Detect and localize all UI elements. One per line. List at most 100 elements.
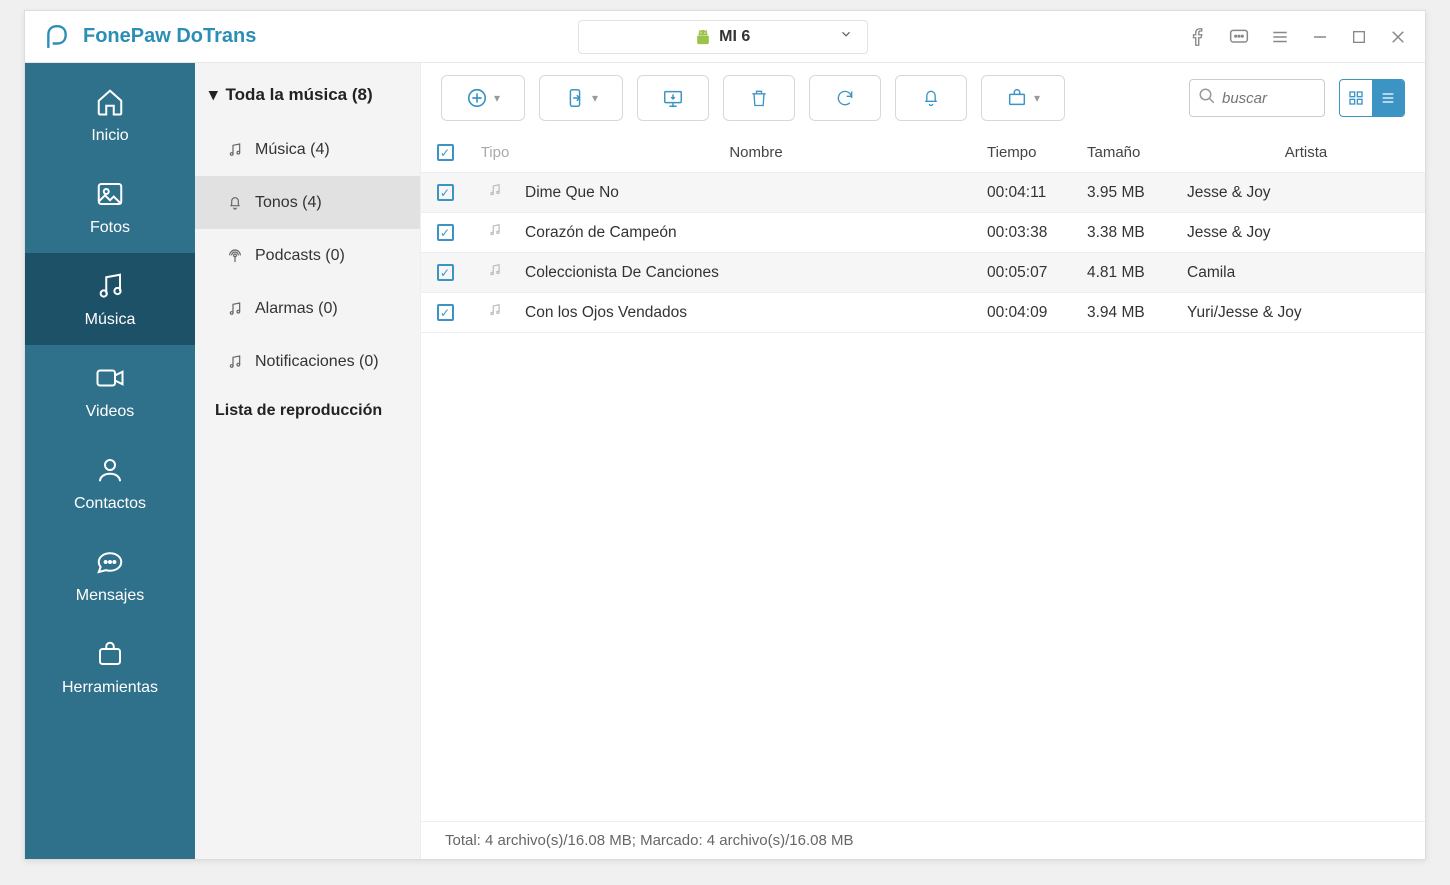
search-icon <box>1198 87 1216 110</box>
cell-name: Coleccionista De Canciones <box>521 264 987 282</box>
category-item-label: Notificaciones (0) <box>255 353 379 371</box>
table-row[interactable]: ✓ Dime Que No 00:04:11 3.95 MB Jesse & J… <box>421 173 1425 213</box>
category-header[interactable]: ▾ Toda la música (8) <box>195 85 420 123</box>
row-checkbox[interactable]: ✓ <box>437 304 454 321</box>
music-note-icon <box>488 263 502 282</box>
podcast-icon <box>227 248 245 264</box>
col-head-name[interactable]: Nombre <box>521 144 987 161</box>
sidebar-item-label: Mensajes <box>76 587 144 605</box>
chevron-down-icon <box>839 27 853 46</box>
sidebar-item-label: Fotos <box>90 219 130 237</box>
playlist-header: Lista de reproducción <box>195 388 420 420</box>
category-item-label: Podcasts (0) <box>255 247 345 265</box>
main-area: ▾ ▾ ▾ <box>421 63 1425 859</box>
cell-name: Dime Que No <box>521 184 987 202</box>
search-box[interactable] <box>1189 79 1325 117</box>
facebook-icon[interactable] <box>1189 28 1207 46</box>
cell-time: 00:04:11 <box>987 184 1087 202</box>
sidebar-item-label: Herramientas <box>62 679 158 697</box>
android-icon <box>695 29 711 45</box>
music-note-icon <box>488 223 502 242</box>
app-logo-icon <box>43 23 71 51</box>
cell-name: Con los Ojos Vendados <box>521 304 987 322</box>
grid-view-button[interactable] <box>1340 80 1372 116</box>
bell-icon <box>227 195 245 211</box>
app-body: Inicio Fotos Música Videos Contactos Men… <box>25 63 1425 859</box>
sidebar-item-videos[interactable]: Videos <box>25 345 195 437</box>
maximize-icon[interactable] <box>1351 29 1367 45</box>
col-head-artist[interactable]: Artista <box>1179 144 1425 161</box>
cell-time: 00:04:09 <box>987 304 1087 322</box>
device-selector[interactable]: MI 6 <box>578 20 868 54</box>
list-view-button[interactable] <box>1372 80 1404 116</box>
category-item-label: Tonos (4) <box>255 194 322 212</box>
category-item-tonos[interactable]: Tonos (4) <box>195 176 420 229</box>
titlebar: FonePaw DoTrans MI 6 <box>25 11 1425 63</box>
cell-size: 3.38 MB <box>1087 224 1179 242</box>
row-checkbox[interactable]: ✓ <box>437 264 454 281</box>
cell-name: Corazón de Campeón <box>521 224 987 242</box>
category-item-alarmas[interactable]: Alarmas (0) <box>195 282 420 335</box>
category-item-label: Alarmas (0) <box>255 300 338 318</box>
col-head-type[interactable]: Tipo <box>469 144 521 161</box>
status-bar: Total: 4 archivo(s)/16.08 MB; Marcado: 4… <box>421 821 1425 859</box>
select-all-checkbox[interactable]: ✓ <box>437 144 454 161</box>
cell-size: 3.95 MB <box>1087 184 1179 202</box>
caret-down-icon: ▾ <box>209 85 218 105</box>
music-note-icon <box>488 183 502 202</box>
music-note-icon <box>227 301 245 317</box>
sidebar-item-label: Contactos <box>74 495 146 513</box>
music-note-icon <box>227 142 245 158</box>
refresh-button[interactable] <box>809 75 881 121</box>
toolbox-button[interactable]: ▾ <box>981 75 1065 121</box>
status-text: Total: 4 archivo(s)/16.08 MB; Marcado: 4… <box>445 832 854 849</box>
export-to-device-button[interactable]: ▾ <box>539 75 623 121</box>
category-item-musica[interactable]: Música (4) <box>195 123 420 176</box>
chevron-down-icon: ▾ <box>1034 91 1040 105</box>
cell-artist: Jesse & Joy <box>1179 184 1425 202</box>
category-header-label: Toda la música (8) <box>226 85 373 105</box>
close-icon[interactable] <box>1389 28 1407 46</box>
row-checkbox[interactable]: ✓ <box>437 224 454 241</box>
songs-table: ✓ Tipo Nombre Tiempo Tamaño Artista ✓ Di… <box>421 133 1425 821</box>
table-row[interactable]: ✓ Corazón de Campeón 00:03:38 3.38 MB Je… <box>421 213 1425 253</box>
sidebar-item-contactos[interactable]: Contactos <box>25 437 195 529</box>
menu-icon[interactable] <box>1271 28 1289 46</box>
sidebar-item-musica[interactable]: Música <box>25 253 195 345</box>
ringtone-button[interactable] <box>895 75 967 121</box>
cell-time: 00:03:38 <box>987 224 1087 242</box>
row-checkbox[interactable]: ✓ <box>437 184 454 201</box>
cell-artist: Yuri/Jesse & Joy <box>1179 304 1425 322</box>
music-note-icon <box>227 354 245 370</box>
sidebar-item-fotos[interactable]: Fotos <box>25 161 195 253</box>
search-input[interactable] <box>1222 90 1316 107</box>
export-to-pc-button[interactable] <box>637 75 709 121</box>
cell-artist: Jesse & Joy <box>1179 224 1425 242</box>
feedback-icon[interactable] <box>1229 27 1249 47</box>
table-row[interactable]: ✓ Coleccionista De Canciones 00:05:07 4.… <box>421 253 1425 293</box>
app-window: FonePaw DoTrans MI 6 Inicio <box>24 10 1426 860</box>
category-item-notificaciones[interactable]: Notificaciones (0) <box>195 335 420 388</box>
category-item-podcasts[interactable]: Podcasts (0) <box>195 229 420 282</box>
view-toggle <box>1339 79 1405 117</box>
col-head-size[interactable]: Tamaño <box>1087 144 1179 161</box>
music-note-icon <box>488 303 502 322</box>
add-button[interactable]: ▾ <box>441 75 525 121</box>
sidebar-item-label: Inicio <box>91 127 128 145</box>
col-head-time[interactable]: Tiempo <box>987 144 1087 161</box>
delete-button[interactable] <box>723 75 795 121</box>
messages-icon <box>93 545 127 579</box>
home-icon <box>93 85 127 119</box>
table-header: ✓ Tipo Nombre Tiempo Tamaño Artista <box>421 133 1425 173</box>
music-icon <box>93 269 127 303</box>
contacts-icon <box>93 453 127 487</box>
minimize-icon[interactable] <box>1311 28 1329 46</box>
sidebar-item-mensajes[interactable]: Mensajes <box>25 529 195 621</box>
sidebar-item-herramientas[interactable]: Herramientas <box>25 621 195 713</box>
app-title: FonePaw DoTrans <box>83 25 256 48</box>
category-panel: ▾ Toda la música (8) Música (4) Tonos (4… <box>195 63 421 859</box>
cell-time: 00:05:07 <box>987 264 1087 282</box>
table-row[interactable]: ✓ Con los Ojos Vendados 00:04:09 3.94 MB… <box>421 293 1425 333</box>
category-item-label: Música (4) <box>255 141 330 159</box>
sidebar-item-inicio[interactable]: Inicio <box>25 69 195 161</box>
